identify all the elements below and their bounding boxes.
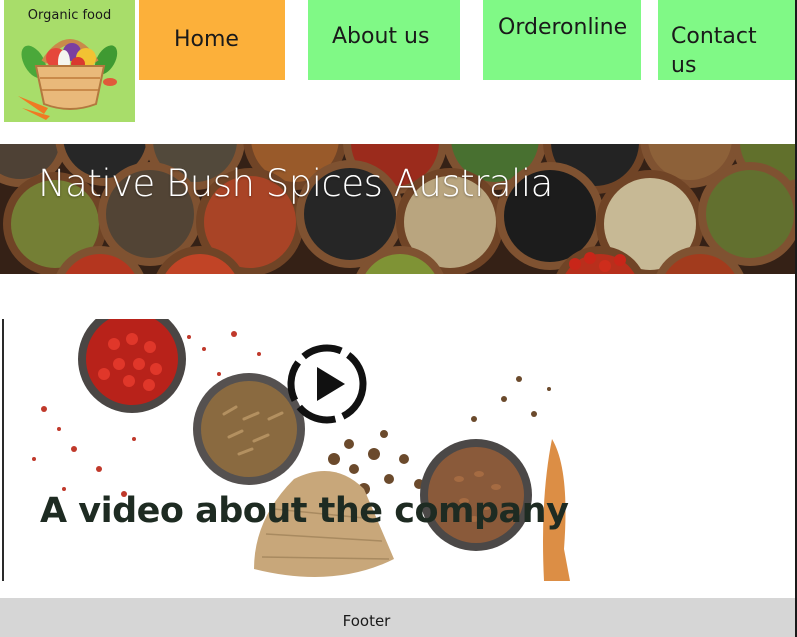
nav-order-online[interactable]: Orderonline (483, 0, 641, 80)
page: Organic food Home About us Orderonline C… (0, 0, 797, 637)
logo-text: Organic food (27, 8, 112, 23)
hero-banner: Native Bush Spices Australia (0, 144, 797, 274)
logo[interactable]: Organic food (4, 0, 135, 122)
vegetable-basket-icon (18, 39, 118, 120)
footer-text: Footer (342, 612, 391, 630)
nav-home[interactable]: Home (139, 0, 285, 80)
hero-title: Native Bush Spices Australia (38, 162, 553, 205)
video-player[interactable]: A video about the company (2, 319, 570, 581)
play-icon[interactable] (284, 341, 370, 427)
nav-about-us[interactable]: About us (308, 0, 460, 80)
footer: Footer (0, 598, 797, 637)
nav-contact-us[interactable]: Contact us (658, 0, 797, 80)
video-title: A video about the company (40, 491, 569, 531)
